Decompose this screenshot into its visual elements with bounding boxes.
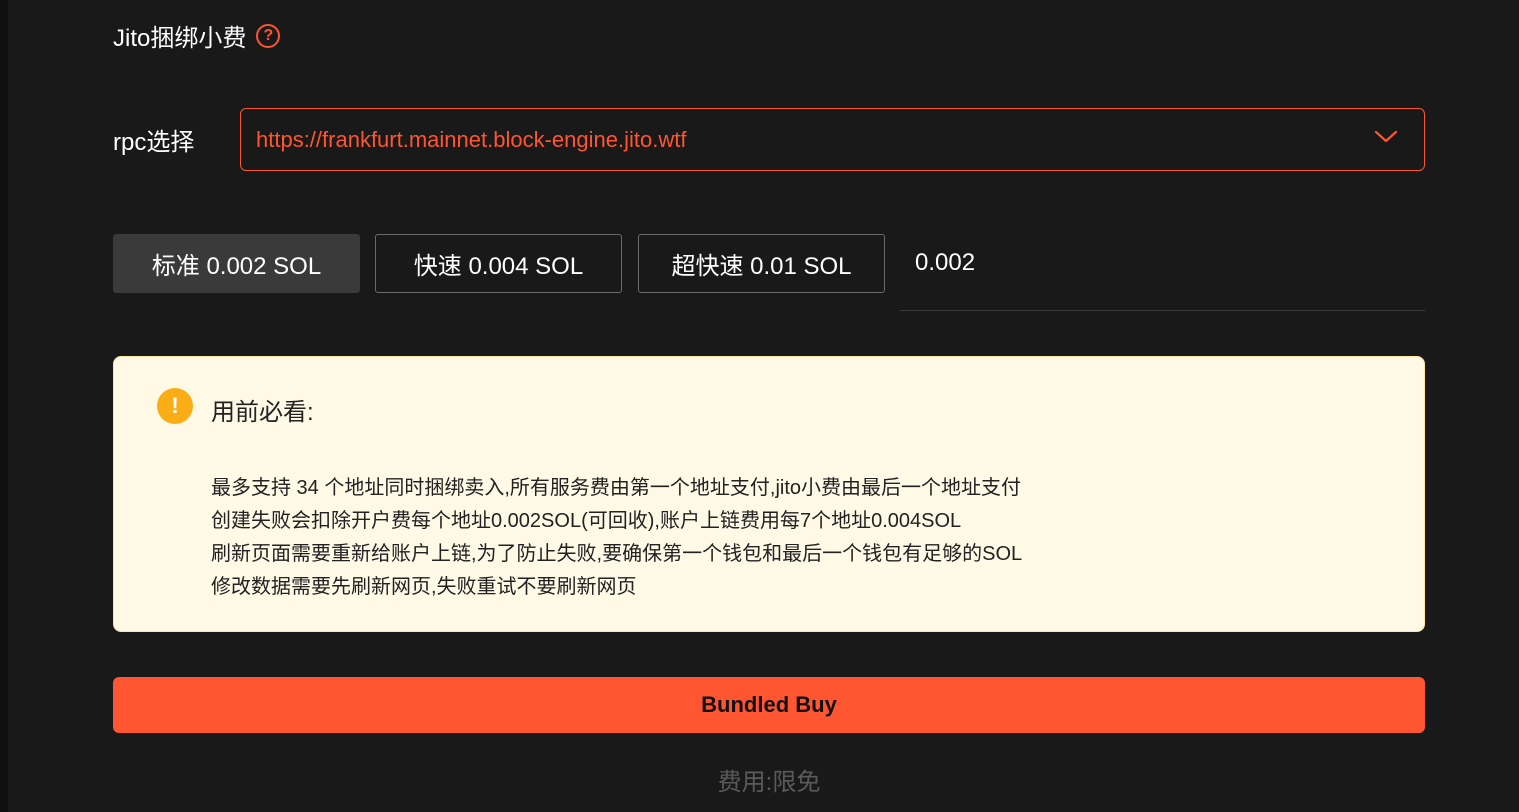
fee-standard-label: 标准 0.002 SOL: [151, 253, 322, 280]
rpc-selected-value: https://frankfurt.mainnet.block-engine.j…: [256, 126, 687, 152]
question-circle-icon[interactable]: ?: [256, 23, 281, 48]
notice-line: 最多支持 34 个地址同时捆绑卖入,所有服务费由第一个地址支付,jito小费由最…: [211, 477, 1022, 499]
notice-line: 修改数据需要先刷新网页,失败重试不要刷新网页: [211, 576, 637, 598]
exclamation-circle-icon: !: [157, 388, 193, 424]
custom-fee-field: [900, 234, 1425, 311]
fee-fast-button[interactable]: 快速 0.004 SOL: [375, 234, 622, 293]
notice-line: 创建失败会扣除开户费每个地址0.002SOL(可回收),账户上链费用每7个地址0…: [211, 510, 962, 532]
jito-bundle-settings: Jito捆绑小费 ? rpc选择 https://frankfurt.mainn…: [0, 0, 1519, 812]
fee-ultra-fast-button[interactable]: 超快速 0.01 SOL: [638, 234, 885, 293]
rpc-select[interactable]: https://frankfurt.mainnet.block-engine.j…: [240, 108, 1425, 171]
custom-fee-input[interactable]: [900, 234, 1425, 292]
fee-ultra-fast-label: 超快速 0.01 SOL: [671, 253, 852, 280]
notice-title: 用前必看:: [211, 399, 314, 426]
chevron-down-icon: [1374, 130, 1398, 143]
rpc-label: rpc选择: [113, 129, 195, 156]
bundled-buy-button[interactable]: Bundled Buy: [113, 677, 1425, 733]
notice-lines: 最多支持 34 个地址同时捆绑卖入,所有服务费由第一个地址支付,jito小费由最…: [211, 472, 1022, 604]
section-title: Jito捆绑小费: [113, 25, 247, 52]
fee-note: 费用:限免: [717, 769, 821, 796]
fee-fast-label: 快速 0.004 SOL: [413, 253, 584, 280]
notice-line: 刷新页面需要重新给账户上链,为了防止失败,要确保第一个钱包和最后一个钱包有足够的…: [211, 543, 1023, 565]
section-header: Jito捆绑小费 ?: [113, 18, 281, 53]
notice-box: ! 用前必看: 最多支持 34 个地址同时捆绑卖入,所有服务费由第一个地址支付,…: [113, 356, 1425, 632]
fee-standard-button[interactable]: 标准 0.002 SOL: [113, 234, 360, 293]
